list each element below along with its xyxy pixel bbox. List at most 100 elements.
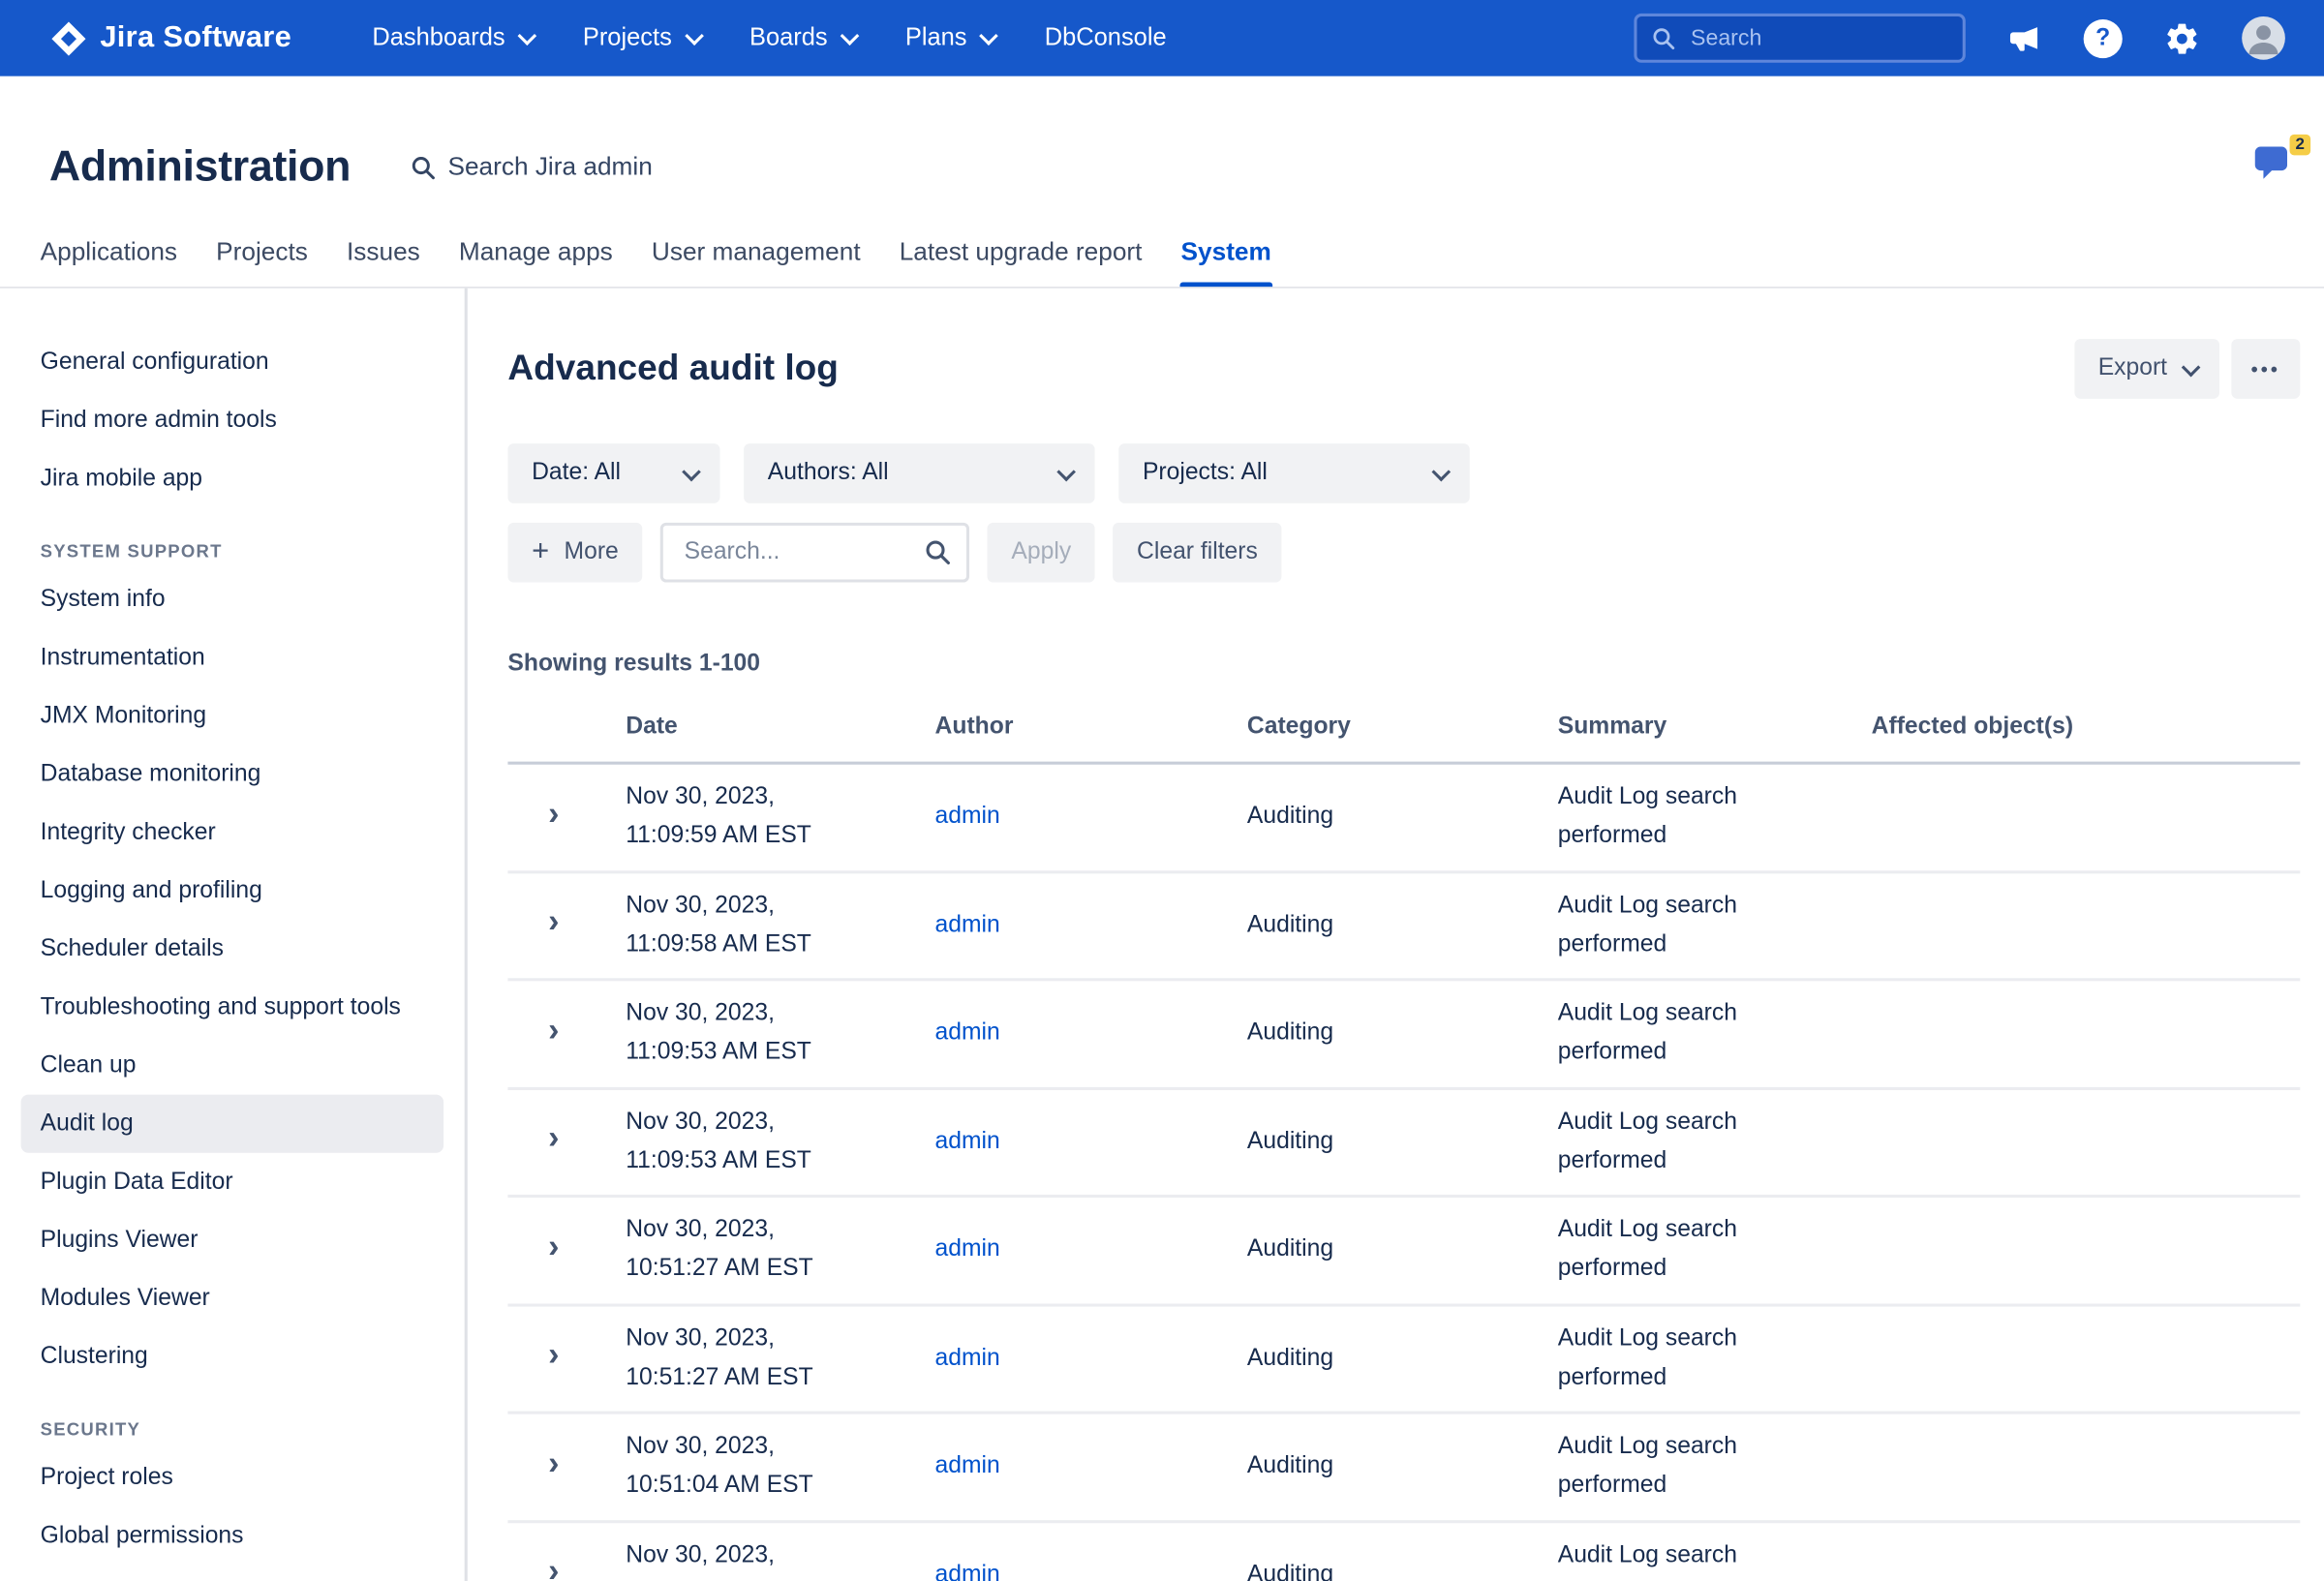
column-author: Author [935,708,1247,746]
audit-author-link[interactable]: admin [935,912,1000,937]
help-icon[interactable] [2084,18,2123,57]
more-actions-button[interactable] [2231,339,2300,399]
projects-filter-label: Projects: All [1143,460,1268,487]
audit-author-link[interactable]: admin [935,1237,1000,1262]
nav-plans[interactable]: Plans [905,24,994,52]
column-date: Date [626,708,934,746]
tab-issues[interactable]: Issues [347,237,420,287]
nav-boards[interactable]: Boards [749,24,854,52]
audit-category: Auditing [1247,1556,1558,1581]
table-row: Nov 30, 2023, 10:51:04 AM EST admin Audi… [507,1414,2300,1523]
admin-search-label: Search Jira admin [447,152,652,182]
audit-summary: Audit Log search performed [1558,1428,1872,1505]
jira-logo[interactable]: Jira Software [49,18,291,57]
sidebar-item-project-roles[interactable]: Project roles [21,1448,444,1506]
chevron-down-icon [1056,462,1076,481]
sidebar-item-logging-and-profiling[interactable]: Logging and profiling [21,862,444,920]
sidebar-item-clustering[interactable]: Clustering [21,1327,444,1385]
tab-applications[interactable]: Applications [41,237,177,287]
nav-projects[interactable]: Projects [583,24,699,52]
sidebar-item-scheduler-details[interactable]: Scheduler details [21,920,444,978]
nav-boards-label: Boards [749,24,828,52]
authors-filter-dropdown[interactable]: Authors: All [744,443,1094,503]
sidebar-item-database-monitoring[interactable]: Database monitoring [21,745,444,804]
results-summary: Showing results 1-100 [507,651,2300,678]
sidebar-item-jmx-monitoring[interactable]: JMX Monitoring [21,687,444,745]
tab-system[interactable]: System [1181,237,1271,287]
nav-search[interactable] [1634,14,1965,63]
sidebar-item-audit-log[interactable]: Audit log [21,1095,444,1153]
tab-manage-apps[interactable]: Manage apps [459,237,613,287]
page-body: General configuration Find more admin to… [0,289,2324,1581]
more-filters-button[interactable]: + More [507,523,642,583]
sidebar-item-global-permissions[interactable]: Global permissions [21,1506,444,1565]
column-summary: Summary [1558,708,1872,746]
audit-category: Auditing [1247,798,1558,836]
sidebar-item-plugins-viewer[interactable]: Plugins Viewer [21,1211,444,1269]
table-row: Nov 30, 2023, 11:09:53 AM EST admin Audi… [507,981,2300,1089]
audit-date: Nov 30, 2023, 10:51:04 AM EST [626,1536,934,1581]
export-button[interactable]: Export [2074,339,2219,399]
expand-row-chevron[interactable] [548,1555,559,1581]
tab-projects[interactable]: Projects [216,237,308,287]
sidebar-item-find-more-admin-tools[interactable]: Find more admin tools [21,391,444,449]
sidebar-item-general-configuration[interactable]: General configuration [21,333,444,391]
sidebar-item-plugin-data-editor[interactable]: Plugin Data Editor [21,1153,444,1211]
filter-search-input[interactable] [682,537,916,567]
nav-search-input[interactable] [1688,24,1947,52]
expand-row-chevron[interactable] [548,1014,559,1047]
sidebar-item-troubleshooting-and-support-tools[interactable]: Troubleshooting and support tools [21,978,444,1036]
plus-icon: + [532,536,549,566]
audit-category: Auditing [1247,1015,1558,1053]
expand-row-chevron[interactable] [548,1338,559,1371]
gear-icon[interactable] [2164,20,2200,56]
audit-date: Nov 30, 2023, 11:09:53 AM EST [626,1103,934,1180]
search-icon [1652,26,1676,50]
top-nav: Jira Software Dashboards Projects Boards… [0,0,2324,76]
announcement-icon[interactable] [2007,21,2041,55]
expand-row-chevron[interactable] [548,1231,559,1263]
filter-search[interactable] [660,523,969,583]
clear-filters-button[interactable]: Clear filters [1113,523,1281,583]
audit-author-link[interactable]: admin [935,1345,1000,1370]
audit-date: Nov 30, 2023, 11:09:58 AM EST [626,887,934,964]
audit-author-link[interactable]: admin [935,1453,1000,1478]
user-avatar[interactable] [2242,16,2285,60]
sidebar-item-jira-mobile-app[interactable]: Jira mobile app [21,449,444,507]
table-row: Nov 30, 2023, 10:51:27 AM EST admin Audi… [507,1306,2300,1414]
tab-user-management[interactable]: User management [652,237,861,287]
admin-search[interactable]: Search Jira admin [411,152,653,182]
expand-row-chevron[interactable] [548,1446,559,1479]
nav-dbconsole-label: DbConsole [1045,24,1167,52]
audit-author-link[interactable]: admin [935,804,1000,829]
table-row: Nov 30, 2023, 10:51:04 AM EST admin Audi… [507,1522,2300,1581]
sidebar-item-instrumentation[interactable]: Instrumentation [21,628,444,686]
sidebar-item-modules-viewer[interactable]: Modules Viewer [21,1269,444,1327]
projects-filter-dropdown[interactable]: Projects: All [1118,443,1469,503]
nav-dbconsole[interactable]: DbConsole [1045,24,1167,52]
nav-menu: Dashboards Projects Boards Plans DbConso… [372,24,1166,52]
expand-row-chevron[interactable] [548,1122,559,1155]
tab-latest-upgrade-report[interactable]: Latest upgrade report [900,237,1143,287]
nav-projects-label: Projects [583,24,672,52]
audit-author-link[interactable]: admin [935,1562,1000,1581]
date-filter-dropdown[interactable]: Date: All [507,443,719,503]
apply-button[interactable]: Apply [988,523,1095,583]
audit-category: Auditing [1247,1231,1558,1269]
nav-dashboards-label: Dashboards [372,24,505,52]
table-row: Nov 30, 2023, 11:09:53 AM EST admin Audi… [507,1089,2300,1198]
audit-author-link[interactable]: admin [935,1129,1000,1154]
expand-row-chevron[interactable] [548,797,559,830]
notification-badge: 2 [2289,135,2310,156]
nav-dashboards[interactable]: Dashboards [372,24,532,52]
expand-row-chevron[interactable] [548,905,559,938]
sidebar-item-system-info[interactable]: System info [21,570,444,628]
table-row: Nov 30, 2023, 10:51:27 AM EST admin Audi… [507,1198,2300,1306]
column-category: Category [1247,708,1558,746]
sidebar-item-clean-up[interactable]: Clean up [21,1036,444,1094]
sidebar-item-integrity-checker[interactable]: Integrity checker [21,804,444,862]
filter-actions-row: + More Apply Clear filters [507,523,2300,583]
feedback-icon[interactable]: 2 [2250,142,2301,190]
audit-author-link[interactable]: admin [935,1020,1000,1046]
audit-category: Auditing [1247,906,1558,945]
